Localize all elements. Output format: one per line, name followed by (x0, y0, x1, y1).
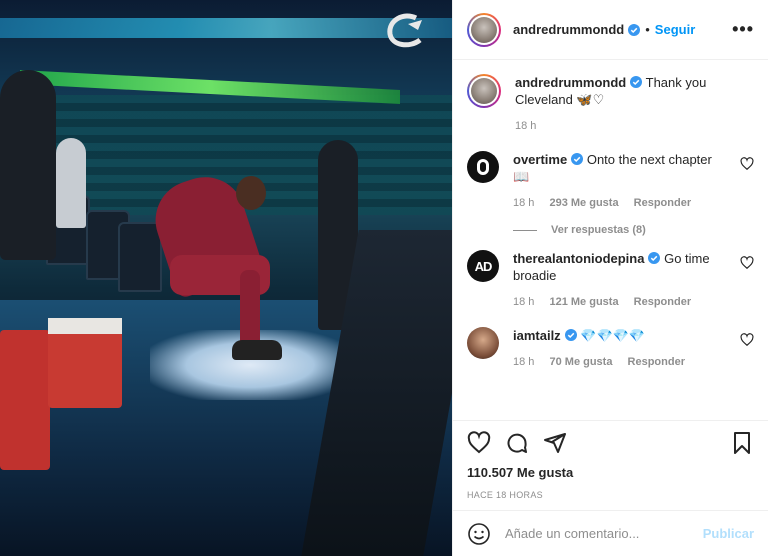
red-cooler (48, 318, 122, 408)
comment-item: iamtailz 💎💎💎💎 18 h 70 Me gusta Responder (467, 327, 754, 371)
verified-icon (630, 76, 643, 88)
player-head (236, 176, 266, 210)
comment-time[interactable]: 18 h (513, 197, 534, 209)
verified-icon (628, 23, 641, 36)
verified-icon (648, 252, 661, 264)
caption: andredrummondd Thank you Cleveland 🦋♡ 18… (467, 74, 754, 135)
post-photo[interactable] (0, 0, 452, 556)
bench-chair (118, 222, 162, 292)
post-header: andredrummondd • Seguir ••• (453, 0, 768, 60)
comment-input[interactable] (505, 526, 703, 541)
instagram-post: andredrummondd • Seguir ••• andredrummon… (0, 0, 768, 556)
comment-item: AD therealantoniodepina Go time broadie … (467, 250, 754, 311)
bookmark-icon[interactable] (730, 431, 754, 455)
post-timestamp[interactable]: HACE 18 HORAS (467, 490, 754, 500)
commenter-avatar[interactable]: AD (467, 250, 499, 282)
post-side-panel: andredrummondd • Seguir ••• andredrummon… (452, 0, 768, 556)
comment-time[interactable]: 18 h (513, 296, 534, 308)
reply-button[interactable]: Responder (628, 356, 685, 368)
comment-username[interactable]: iamtailz (513, 328, 561, 343)
reply-button[interactable]: Responder (634, 296, 691, 308)
comment-heart-icon[interactable] (740, 256, 754, 270)
comment-username[interactable]: overtime (513, 152, 567, 167)
caption-username[interactable]: andredrummondd (515, 75, 626, 90)
comment-icon[interactable] (505, 431, 529, 455)
post-actions: 110.507 Me gusta HACE 18 HORAS (453, 420, 768, 510)
staff-person (0, 70, 56, 260)
follow-button[interactable]: Seguir (655, 22, 695, 37)
commenter-avatar[interactable] (467, 151, 499, 183)
reply-button[interactable]: Responder (634, 197, 691, 209)
share-icon[interactable] (543, 431, 567, 455)
view-replies-button[interactable]: Ver respuestas (8) (513, 224, 754, 236)
verified-icon (571, 153, 584, 165)
separator-dot: • (645, 22, 650, 37)
publish-button[interactable]: Publicar (703, 526, 754, 541)
comment-heart-icon[interactable] (740, 333, 754, 347)
comments-list: andredrummondd Thank you Cleveland 🦋♡ 18… (453, 60, 768, 420)
comment-time[interactable]: 18 h (513, 356, 534, 368)
caption-time[interactable]: 18 h (515, 120, 536, 132)
player-shoe (232, 340, 282, 360)
heart-icon[interactable] (467, 431, 491, 455)
view-replies-label: Ver respuestas (8) (551, 224, 646, 236)
like-count[interactable]: 110.507 Me gusta (467, 465, 754, 480)
author-avatar[interactable] (467, 12, 501, 47)
player-shin (240, 270, 260, 350)
comment-item: overtime Onto the next chapter 📖 18 h 29… (467, 151, 754, 212)
author-username[interactable]: andredrummondd (513, 22, 624, 37)
emoji-icon[interactable] (467, 522, 491, 546)
comment-text: 💎💎💎💎 (580, 328, 646, 343)
comment-heart-icon[interactable] (740, 157, 754, 171)
staff-person (56, 138, 86, 228)
commenter-avatar[interactable] (467, 327, 499, 359)
comment-likes[interactable]: 293 Me gusta (549, 197, 618, 209)
comment-likes[interactable]: 70 Me gusta (549, 356, 612, 368)
cavaliers-logo-icon (382, 10, 430, 50)
author-avatar[interactable] (467, 74, 501, 108)
verified-icon (564, 329, 577, 341)
comment-composer: Publicar (453, 510, 768, 556)
comment-likes[interactable]: 121 Me gusta (549, 296, 618, 308)
comment-username[interactable]: therealantoniodepina (513, 251, 644, 266)
more-options-icon[interactable]: ••• (732, 19, 754, 40)
red-cooler (0, 330, 50, 470)
